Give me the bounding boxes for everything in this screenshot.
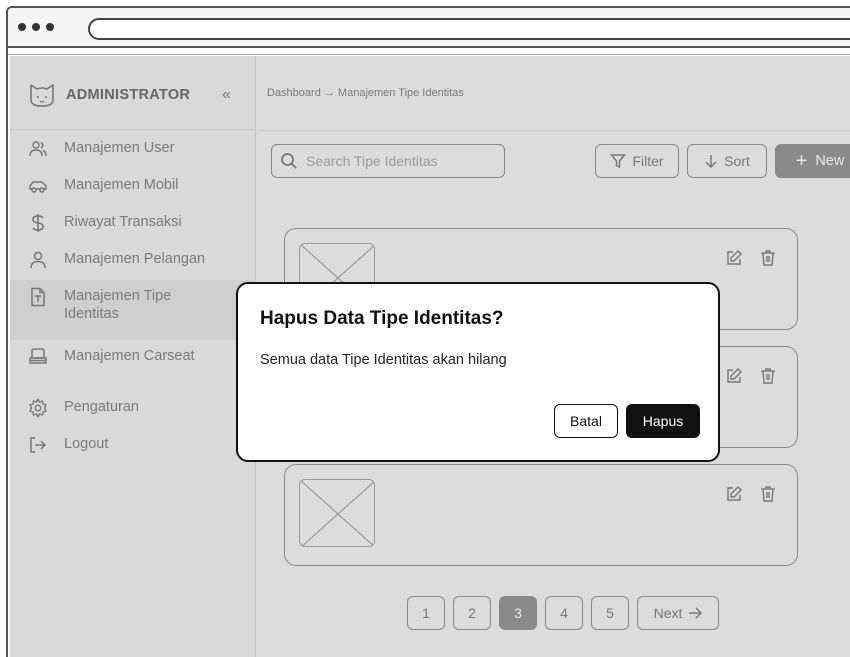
filter-icon	[610, 153, 627, 169]
edit-icon[interactable]	[725, 485, 743, 503]
edit-icon[interactable]	[725, 249, 743, 267]
header-divider	[257, 130, 850, 131]
carseat-icon	[28, 347, 48, 367]
sidebar-item-label: Manajemen Mobil	[64, 177, 179, 193]
sidebar-item-label: Manajemen Tipe Identitas	[64, 288, 172, 322]
browser-toolbar	[8, 8, 850, 48]
sort-button[interactable]: Sort	[687, 144, 767, 178]
trash-icon[interactable]	[759, 485, 777, 503]
plus-icon: +	[795, 150, 808, 172]
page-button-5[interactable]: 5	[591, 596, 629, 630]
next-page-button[interactable]: Next	[637, 596, 719, 630]
sidebar-item-manajemen-tipe-identitas[interactable]: Manajemen Tipe Identitas	[10, 280, 256, 340]
gear-icon	[28, 398, 48, 418]
card-actions	[725, 367, 777, 385]
new-button[interactable]: + New	[775, 144, 850, 178]
double-chevron-left-icon[interactable]: «	[222, 86, 231, 104]
delete-button[interactable]: Hapus	[626, 404, 700, 438]
sidebar-item-manajemen-pelangan[interactable]: Manajemen Pelangan	[10, 243, 256, 280]
sidebar-item-manajemen-mobil[interactable]: Manajemen Mobil	[10, 169, 256, 206]
sidebar-item-label: Manajemen Pelangan	[64, 251, 206, 267]
sidebar: ADMINISTRATOR « Manajemen User Manajemen…	[10, 56, 256, 657]
sidebar-item-label: Riwayat Transaksi	[64, 214, 182, 230]
image-placeholder-icon	[299, 479, 375, 547]
window-dot	[18, 23, 26, 31]
page-button-4[interactable]: 4	[545, 596, 583, 630]
brand-header: ADMINISTRATOR «	[10, 56, 256, 130]
trash-icon[interactable]	[759, 249, 777, 267]
browser-divider	[8, 54, 850, 55]
arrow-down-icon	[704, 153, 718, 169]
sidebar-item-logout[interactable]: Logout	[10, 428, 256, 465]
breadcrumb[interactable]: Dashboard → Manajemen Tipe Identitas	[267, 87, 464, 99]
dialog-message: Semua data Tipe Identitas akan hilang	[260, 352, 507, 368]
sidebar-item-pengaturan[interactable]: Pengaturan	[10, 391, 256, 428]
sidebar-nav: Manajemen User Manajemen Mobil Riwayat T…	[10, 132, 256, 465]
dialog-title: Hapus Data Tipe Identitas?	[260, 308, 504, 329]
sidebar-item-manajemen-carseat[interactable]: Manajemen Carseat	[10, 340, 256, 377]
sidebar-item-label: Logout	[64, 436, 109, 452]
delete-confirmation-dialog: Hapus Data Tipe Identitas? Semua data Ti…	[236, 282, 720, 462]
list-item	[284, 464, 798, 566]
edit-icon[interactable]	[725, 367, 743, 385]
next-label: Next	[653, 605, 683, 621]
sort-label: Sort	[724, 153, 750, 169]
search-input[interactable]	[306, 151, 496, 171]
search-icon	[280, 152, 298, 170]
card-actions	[725, 485, 777, 503]
pagination: 1 2 3 4 5 Next	[407, 596, 719, 630]
window-dot	[32, 23, 40, 31]
card-actions	[725, 249, 777, 267]
logout-icon	[28, 435, 48, 455]
page-button-3[interactable]: 3	[499, 596, 537, 630]
filter-button[interactable]: Filter	[595, 144, 679, 178]
trash-icon[interactable]	[759, 367, 777, 385]
sidebar-item-label: Manajemen Carseat	[64, 348, 195, 364]
brand-name: ADMINISTRATOR	[66, 87, 191, 103]
cancel-button[interactable]: Batal	[554, 404, 618, 438]
user-icon	[28, 250, 48, 270]
id-document-icon	[28, 287, 48, 307]
dollar-icon	[28, 213, 48, 233]
sidebar-item-label: Manajemen User	[64, 140, 175, 156]
sidebar-item-label: Pengaturan	[64, 399, 139, 415]
sidebar-item-manajemen-user[interactable]: Manajemen User	[10, 132, 256, 169]
arrow-right-icon	[688, 606, 703, 620]
car-icon	[28, 176, 48, 196]
page-button-2[interactable]: 2	[453, 596, 491, 630]
window-dot	[46, 23, 54, 31]
sidebar-item-riwayat-transaksi[interactable]: Riwayat Transaksi	[10, 206, 256, 243]
address-bar[interactable]	[88, 18, 850, 40]
cat-logo-icon	[28, 82, 56, 108]
filter-label: Filter	[632, 153, 664, 169]
page-button-1[interactable]: 1	[407, 596, 445, 630]
search-box[interactable]	[271, 144, 505, 178]
users-icon	[28, 139, 48, 159]
new-label: New	[815, 153, 845, 169]
